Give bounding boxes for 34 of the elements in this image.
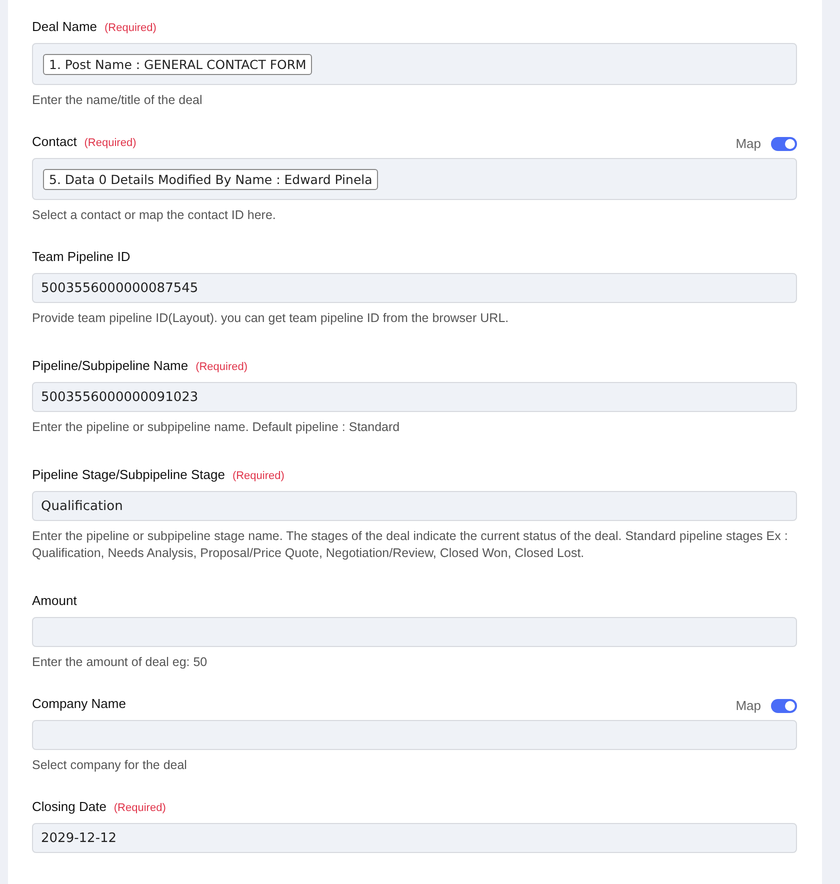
field-label: Pipeline Stage/Subpipeline Stage	[32, 467, 225, 482]
value-tag[interactable]: 1. Post Name : GENERAL CONTACT FORM	[43, 54, 312, 74]
field-hint: Enter the pipeline or subpipeline stage name. The stages of the deal indicate the current status of the deal. Standard pipeline stages Ex : Qualification, Needs Analysis, Proposal/Price Quote, Negotiation/Review, Closed Won, Closed Lost.	[32, 528, 789, 562]
required-note: (Required)	[104, 22, 156, 34]
value-tag[interactable]: 5. Data 0 Details Modified By Name : Edward Pinela	[43, 168, 378, 190]
field-label: Company Name	[32, 696, 126, 711]
required-note: (Required)	[114, 802, 166, 814]
required-note: (Required)	[232, 470, 284, 482]
input-field[interactable]: 5003556000000087545	[32, 273, 797, 303]
map-label: Map	[736, 136, 761, 151]
required-note: (Required)	[196, 361, 248, 373]
map-toggle[interactable]	[771, 136, 797, 150]
field-label: Amount	[32, 593, 77, 608]
field-hint: Provide team pipeline ID(Layout). you can get team pipeline ID from the browser URL.	[32, 310, 510, 327]
input-field[interactable]: 5. Data 0 Details Modified By Name : Edward Pinela	[32, 158, 797, 200]
input-field[interactable]	[32, 720, 797, 750]
input-field[interactable]: 2029-12-12	[32, 823, 797, 853]
field-label: Team Pipeline ID	[32, 249, 130, 264]
field-hint: Enter the amount of deal eg: 50	[32, 654, 208, 671]
required-note: (Required)	[84, 137, 136, 149]
map-label: Map	[736, 698, 761, 713]
field-label: Contact	[32, 134, 77, 149]
map-toggle[interactable]	[771, 698, 797, 712]
field-hint: Select a contact or map the contact ID here.	[32, 207, 277, 224]
input-field[interactable]	[32, 617, 797, 647]
field-hint: Enter the pipeline or subpipeline name. Default pipeline : Standard	[32, 419, 401, 436]
field-label: Deal Name	[32, 19, 98, 34]
input-field[interactable]: 5003556000000091023	[32, 382, 797, 412]
field-hint: Select company for the deal	[32, 757, 188, 774]
field-hint: Enter the name/title of the deal	[32, 92, 204, 109]
field-label: Closing Date	[32, 799, 106, 814]
input-field[interactable]: Qualification	[32, 491, 797, 521]
input-field[interactable]: 1. Post Name : GENERAL CONTACT FORM	[32, 43, 797, 85]
field-label: Pipeline/Subpipeline Name	[32, 358, 188, 373]
